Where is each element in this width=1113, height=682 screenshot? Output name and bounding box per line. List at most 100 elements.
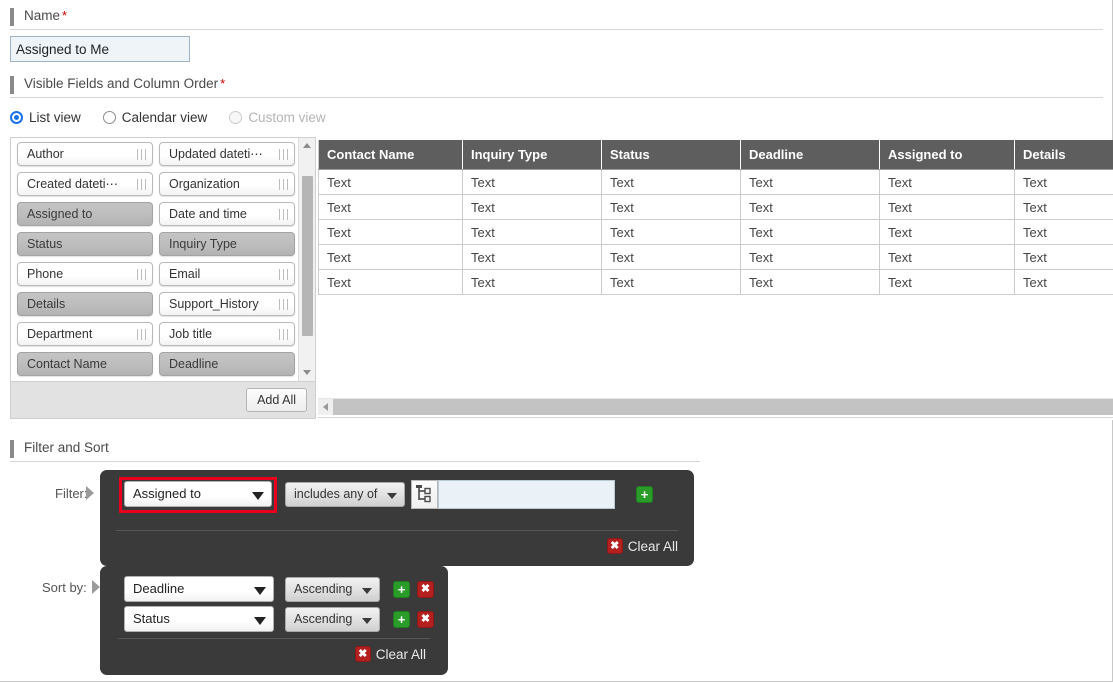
field-chip-label: Updated dateti⋯ (169, 147, 263, 161)
table-cell: Text (463, 245, 602, 270)
sort-direction-dropdown[interactable]: Ascending (285, 607, 380, 632)
filter-label: Filter: (55, 486, 88, 501)
table-column-header[interactable]: Deadline (741, 140, 880, 170)
drag-handle-icon[interactable] (137, 149, 146, 160)
section-accent-bar (10, 8, 14, 26)
close-icon: ✖ (418, 611, 433, 628)
available-fields-panel: Author Updated dateti⋯ Created dateti⋯Orga… (10, 137, 316, 419)
filter-field-value: Assigned to (133, 486, 201, 501)
sort-clear-all-label: Clear All (376, 647, 426, 662)
table-cell: Text (319, 220, 463, 245)
chevron-down-icon (254, 617, 266, 625)
table-horizontal-scrollbar[interactable] (318, 398, 1113, 415)
sort-remove-row-button[interactable]: ✖ (417, 611, 434, 628)
plus-icon: + (637, 486, 652, 503)
sort-add-row-button[interactable]: + (393, 611, 410, 628)
filter-panel-divider (116, 530, 678, 531)
drag-handle-icon[interactable] (279, 329, 288, 340)
sort-direction-value: Ascending (294, 582, 352, 596)
sort-pointer-icon (92, 580, 100, 594)
view-type-radio-group: List viewCalendar viewCustom view (10, 110, 348, 125)
field-chip-label: Details (27, 297, 65, 311)
field-chip[interactable]: Deadline (159, 352, 295, 376)
table-row: TextTextTextTextTextText (319, 220, 1113, 245)
section-visible-fields-label: Visible Fields and Column Order (24, 76, 218, 91)
sort-clear-all-button[interactable]: ✖ Clear All (355, 646, 426, 662)
sort-field-dropdown[interactable]: Status (124, 606, 274, 632)
table-cell: Text (463, 170, 602, 195)
field-chip[interactable]: Status (17, 232, 153, 256)
close-icon: ✖ (355, 646, 371, 662)
field-chip[interactable]: Author (17, 142, 153, 166)
scroll-down-arrow-icon[interactable] (299, 365, 315, 381)
scroll-left-arrow-icon[interactable] (318, 399, 333, 415)
drag-handle-icon[interactable] (279, 269, 288, 280)
field-chip[interactable]: Created dateti⋯ (17, 172, 153, 196)
radio-button-icon[interactable] (103, 111, 116, 124)
drag-handle-icon[interactable] (279, 149, 288, 160)
sort-direction-value: Ascending (294, 612, 352, 626)
field-chip[interactable]: Contact Name (17, 352, 153, 376)
view-option-label: Calendar view (122, 110, 208, 125)
filter-add-row-button[interactable]: + (636, 486, 653, 503)
table-cell: Text (1015, 220, 1113, 245)
view-option-calendar-view[interactable]: Calendar view (103, 110, 208, 125)
fields-panel-footer: Add All (11, 381, 315, 418)
drag-handle-icon[interactable] (279, 209, 288, 220)
sort-remove-row-button[interactable]: ✖ (417, 581, 434, 598)
view-name-input[interactable] (10, 36, 190, 62)
field-chip[interactable]: Organization (159, 172, 295, 196)
filter-panel: Assigned to includes any of + ✖ Clear (100, 470, 694, 566)
fields-vertical-scrollbar[interactable] (298, 138, 315, 381)
field-chip[interactable]: Inquiry Type (159, 232, 295, 256)
view-option-list-view[interactable]: List view (10, 110, 81, 125)
section-name-label: Name (24, 8, 60, 23)
field-chip-label: Contact Name (27, 357, 107, 371)
filter-field-dropdown[interactable]: Assigned to (124, 481, 272, 507)
field-chip[interactable]: Phone (17, 262, 153, 286)
drag-handle-icon[interactable] (279, 179, 288, 190)
filter-value-input[interactable] (438, 480, 615, 509)
field-chip[interactable]: Details (17, 292, 153, 316)
table-column-header[interactable]: Details (1015, 140, 1113, 170)
table-cell: Text (741, 170, 880, 195)
table-cell: Text (741, 270, 880, 295)
field-chip[interactable]: Assigned to (17, 202, 153, 226)
table-cell: Text (319, 245, 463, 270)
field-chip[interactable]: Date and time (159, 202, 295, 226)
drag-handle-icon[interactable] (279, 299, 288, 310)
sort-direction-dropdown[interactable]: Ascending (285, 577, 380, 602)
table-column-header[interactable]: Inquiry Type (463, 140, 602, 170)
chevron-down-icon (362, 618, 372, 624)
field-chip-label: Assigned to (27, 207, 92, 221)
drag-handle-icon[interactable] (137, 179, 146, 190)
field-chip-label: Status (27, 237, 62, 251)
drag-handle-icon[interactable] (137, 269, 146, 280)
filter-value-picker-button[interactable] (411, 480, 438, 509)
table-column-header[interactable]: Contact Name (319, 140, 463, 170)
fields-scroll-area: Author Updated dateti⋯ Created dateti⋯Orga… (11, 138, 315, 381)
table-cell: Text (741, 245, 880, 270)
filter-clear-all-button[interactable]: ✖ Clear All (607, 538, 678, 554)
scrollbar-thumb[interactable] (302, 176, 313, 336)
filter-operator-dropdown[interactable]: includes any of (285, 482, 405, 507)
field-chip[interactable]: Job title (159, 322, 295, 346)
view-settings-page: Name* Visible Fields and Column Order* L… (0, 0, 1113, 682)
field-chip[interactable]: Support_History (159, 292, 295, 316)
field-chip[interactable]: Department (17, 322, 153, 346)
sort-field-dropdown[interactable]: Deadline (124, 576, 274, 602)
table-column-header[interactable]: Status (602, 140, 741, 170)
add-all-button[interactable]: Add All (246, 388, 307, 412)
sort-add-row-button[interactable]: + (393, 581, 410, 598)
field-chip[interactable]: Updated dateti⋯ (159, 142, 295, 166)
table-cell: Text (463, 195, 602, 220)
table-cell: Text (602, 245, 741, 270)
table-cell: Text (1015, 170, 1113, 195)
field-chip-grid: Author Updated dateti⋯ Created dateti⋯Orga… (17, 142, 301, 376)
table-column-header[interactable]: Assigned to (880, 140, 1015, 170)
radio-button-icon[interactable] (10, 111, 23, 124)
section-header-visible-fields: Visible Fields and Column Order* (10, 74, 1103, 98)
drag-handle-icon[interactable] (137, 329, 146, 340)
field-chip[interactable]: Email (159, 262, 295, 286)
scroll-up-arrow-icon[interactable] (299, 138, 315, 154)
